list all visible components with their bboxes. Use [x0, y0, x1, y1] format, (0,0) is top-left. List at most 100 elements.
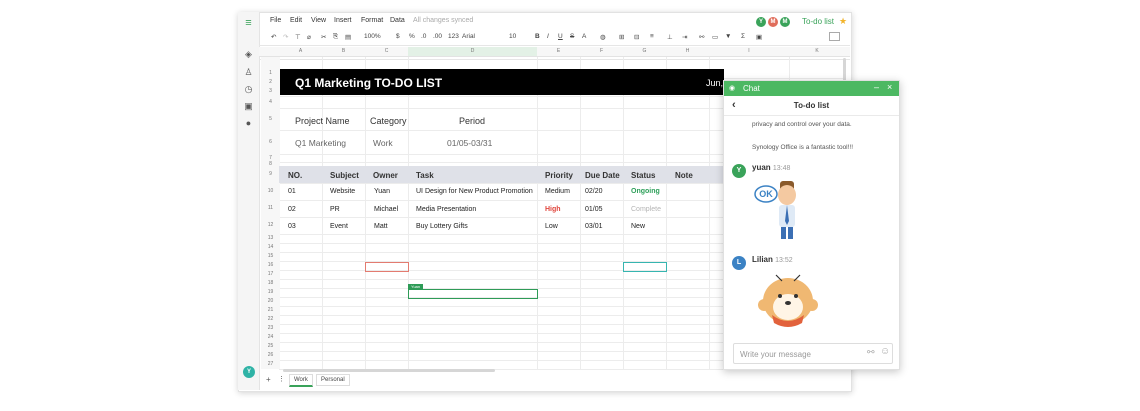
- row-header-13[interactable]: 13: [261, 234, 280, 243]
- underline-icon[interactable]: U: [558, 33, 563, 40]
- merge-icon[interactable]: ⊟: [634, 33, 639, 41]
- align-icon[interactable]: ≡: [650, 33, 654, 40]
- cell-subject[interactable]: PR: [330, 206, 340, 213]
- period-value[interactable]: 01/05-03/31: [447, 138, 492, 148]
- cell-owner[interactable]: Matt: [374, 223, 388, 230]
- menu-insert[interactable]: Insert: [334, 17, 352, 24]
- lock-icon[interactable]: ▣: [243, 101, 254, 112]
- strikethrough-icon[interactable]: S: [570, 33, 574, 40]
- clear-format-icon[interactable]: ⌀: [307, 33, 311, 41]
- row-header-26[interactable]: 26: [261, 351, 280, 360]
- horizontal-scrollbar[interactable]: [283, 369, 495, 372]
- column-header-c[interactable]: C: [365, 47, 408, 57]
- cell-owner[interactable]: Michael: [374, 206, 398, 213]
- row-header-19[interactable]: 19: [261, 288, 280, 297]
- menu-file[interactable]: File: [270, 17, 281, 24]
- cell-due[interactable]: 01/05: [585, 206, 603, 213]
- number-format-icon[interactable]: 123: [448, 33, 459, 40]
- row-header-17[interactable]: 17: [261, 270, 280, 279]
- menu-format[interactable]: Format: [361, 17, 383, 24]
- menu-data[interactable]: Data: [390, 17, 405, 24]
- column-header-a[interactable]: A: [279, 47, 322, 57]
- row-header-4[interactable]: 4: [261, 96, 280, 108]
- sheet-menu-button[interactable]: ⋮: [278, 375, 285, 383]
- row-header-24[interactable]: 24: [261, 333, 280, 342]
- cell-no[interactable]: 03: [288, 223, 296, 230]
- cell-status[interactable]: New: [631, 223, 645, 230]
- row-header-21[interactable]: 21: [261, 306, 280, 315]
- cell-due[interactable]: 03/01: [585, 223, 603, 230]
- filter-icon[interactable]: ▼: [725, 33, 731, 40]
- cell-task[interactable]: Media Presentation: [416, 206, 476, 213]
- paste-icon[interactable]: ▤: [345, 33, 351, 41]
- row-header-23[interactable]: 23: [261, 324, 280, 333]
- link-icon[interactable]: ⚯: [699, 33, 704, 41]
- currency-button[interactable]: $: [396, 33, 400, 40]
- column-header-h[interactable]: H: [666, 47, 709, 57]
- column-header-i[interactable]: I: [709, 47, 789, 57]
- decrease-decimal-icon[interactable]: .0: [421, 33, 426, 40]
- history-icon[interactable]: ◷: [243, 84, 254, 95]
- panel-toggle-icon[interactable]: [829, 32, 840, 41]
- user-avatar[interactable]: Y: [243, 366, 255, 378]
- cell-priority[interactable]: High: [545, 206, 561, 213]
- row-header-6[interactable]: 6: [261, 130, 280, 154]
- menu-icon[interactable]: ≡: [243, 18, 254, 29]
- column-header-f[interactable]: F: [580, 47, 623, 57]
- cell-no[interactable]: 01: [288, 188, 296, 195]
- star-icon[interactable]: ★: [839, 16, 847, 27]
- italic-icon[interactable]: I: [547, 33, 549, 40]
- row-header-20[interactable]: 20: [261, 297, 280, 306]
- menu-edit[interactable]: Edit: [290, 17, 302, 24]
- cell-task[interactable]: UI Design for New Product Promotion: [416, 188, 533, 195]
- comment-icon[interactable]: ▭: [712, 33, 718, 41]
- category-value[interactable]: Work: [373, 138, 393, 148]
- tag-icon[interactable]: ◈: [243, 49, 254, 60]
- cell-status[interactable]: Ongoing: [631, 188, 660, 195]
- info-icon[interactable]: ●: [243, 118, 254, 129]
- font-select[interactable]: Arial: [462, 33, 475, 40]
- cell-priority[interactable]: Low: [545, 223, 558, 230]
- column-header-b[interactable]: B: [322, 47, 365, 57]
- borders-icon[interactable]: ⊞: [619, 33, 624, 41]
- undo-icon[interactable]: ↶: [271, 33, 276, 41]
- cell-task[interactable]: Buy Lottery Gifts: [416, 223, 468, 230]
- fill-color-icon[interactable]: ◍: [600, 33, 606, 41]
- add-sheet-button[interactable]: +: [266, 375, 271, 384]
- sheet-tab-personal[interactable]: Personal: [316, 374, 350, 386]
- row-header-12[interactable]: 12: [261, 217, 280, 234]
- column-header-e[interactable]: E: [537, 47, 580, 57]
- close-icon[interactable]: ×: [887, 82, 892, 92]
- wrap-icon[interactable]: ⇥: [682, 33, 687, 41]
- zoom-select[interactable]: 100%: [364, 33, 381, 40]
- row-header-14[interactable]: 14: [261, 243, 280, 252]
- paint-format-icon[interactable]: ⊤: [295, 33, 301, 41]
- row-header-22[interactable]: 22: [261, 315, 280, 324]
- percent-button[interactable]: %: [409, 33, 415, 40]
- chat-toggle-icon[interactable]: ▣: [756, 33, 762, 41]
- row-header-3[interactable]: 3: [261, 87, 280, 96]
- row-header-18[interactable]: 18: [261, 279, 280, 288]
- cell-no[interactable]: 02: [288, 206, 296, 213]
- cell-priority[interactable]: Medium: [545, 188, 570, 195]
- column-header-d[interactable]: D: [408, 47, 537, 57]
- minimize-icon[interactable]: –: [874, 82, 879, 92]
- row-header-11[interactable]: 11: [261, 200, 280, 217]
- row-header-10[interactable]: 10: [261, 183, 280, 200]
- cell-status[interactable]: Complete: [631, 206, 661, 213]
- cell-subject[interactable]: Website: [330, 188, 355, 195]
- menu-view[interactable]: View: [311, 17, 326, 24]
- row-header-15[interactable]: 15: [261, 252, 280, 261]
- column-header-g[interactable]: G: [623, 47, 666, 57]
- valign-icon[interactable]: ⊥: [667, 33, 673, 41]
- chat-message-input[interactable]: [738, 346, 862, 362]
- row-header-2[interactable]: 2: [261, 78, 280, 87]
- font-size-select[interactable]: 10: [509, 33, 516, 40]
- row-header-27[interactable]: 27: [261, 360, 280, 369]
- project-name-value[interactable]: Q1 Marketing: [295, 138, 346, 148]
- row-header-1[interactable]: 1: [261, 69, 280, 78]
- cell-due[interactable]: 02/20: [585, 188, 603, 195]
- function-icon[interactable]: Σ: [741, 33, 745, 40]
- sheet-tab-work[interactable]: Work: [289, 374, 313, 387]
- text-color-icon[interactable]: A: [582, 33, 586, 40]
